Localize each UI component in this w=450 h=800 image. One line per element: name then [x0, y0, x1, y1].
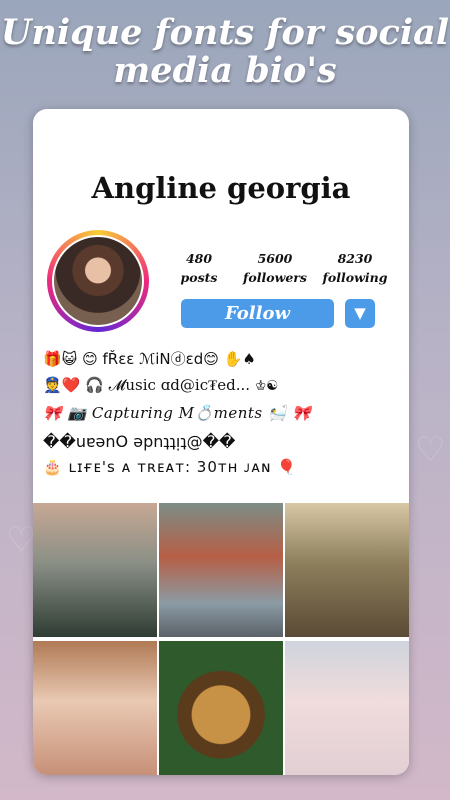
stat-posts[interactable]: 480 posts [159, 249, 239, 287]
follow-button[interactable]: Follow [181, 299, 334, 328]
profile-stats: 480 posts 5600 followers 8230 following [173, 249, 391, 291]
stat-following[interactable]: 8230 following [315, 249, 395, 287]
dropdown-button[interactable]: ▼ [345, 299, 375, 328]
bio-line: 👮❤️ 🎧 𝓜usic ɑd@ic₮ed... ♔☯ [43, 376, 278, 394]
headline-line-2: media bio's [113, 50, 337, 91]
heart-decor-icon: ♡ [6, 520, 37, 560]
post-thumbnail-dining-room[interactable] [285, 503, 409, 637]
post-thumbnail-girl-glasses[interactable] [33, 641, 157, 775]
post-grid [33, 503, 409, 775]
stat-value: 5600 [257, 251, 293, 266]
bio-line: 🎁😺 😊 fŘɛɛ ℳiNⓓɛd😊 ✋♠ [43, 350, 256, 368]
stat-label: followers [243, 270, 307, 285]
stat-label: following [322, 270, 388, 285]
stat-followers[interactable]: 5600 followers [235, 249, 315, 287]
post-thumbnail-leopard[interactable] [159, 641, 283, 775]
stat-label: posts [180, 270, 218, 285]
profile-card: Angline georgia 480 posts 5600 followers… [33, 109, 409, 775]
stat-value: 480 [185, 251, 213, 266]
post-thumbnail-white-hair-girl[interactable] [285, 641, 409, 775]
post-thumbnail-woman-road[interactable] [159, 503, 283, 637]
avatar-story-ring[interactable] [47, 230, 149, 332]
avatar [52, 235, 144, 327]
headline-line-1: Unique fonts for social [0, 12, 450, 53]
headline: Unique fonts for social media bio's [0, 14, 450, 90]
heart-decor-icon: ♡ [415, 430, 446, 470]
stat-value: 8230 [337, 251, 373, 266]
chevron-down-icon: ▼ [354, 304, 366, 322]
bio-line: 🎂 ʟɪғᴇ's ᴀ ᴛʀᴇᴀᴛ: 30ᴛʜ ᴊᴀɴ 🎈 [43, 458, 297, 476]
bio-line: 🎀 📷 Capturing M💍ments 🛀 🎀 [43, 404, 312, 422]
post-thumbnail-bonsai-mug[interactable] [33, 503, 157, 637]
bio-line: ��uɐǝnO ǝpnʇʇᴉʇ@�� [43, 432, 236, 451]
username: Angline georgia [91, 171, 351, 205]
